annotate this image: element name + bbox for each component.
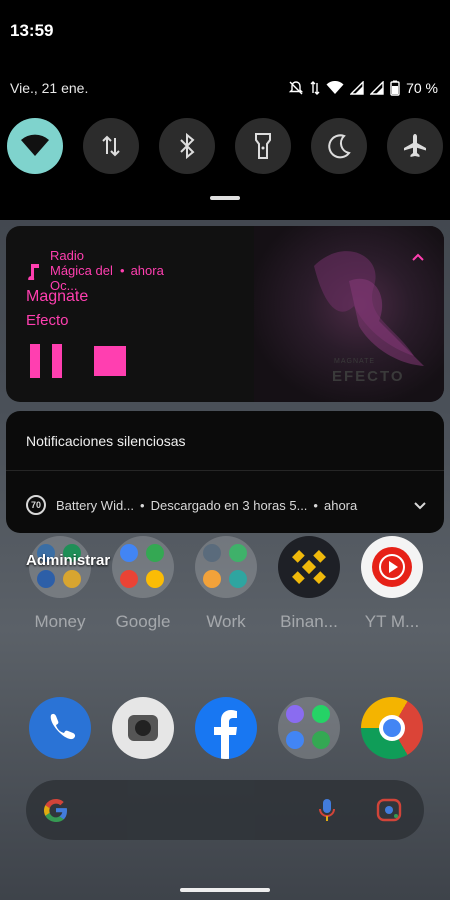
airplane-icon xyxy=(404,134,426,157)
app-yt-music[interactable]: YT M... xyxy=(360,536,424,632)
separator-dot: • xyxy=(313,497,318,513)
track-artist: Efecto xyxy=(26,312,69,329)
status-clock: 13:59 xyxy=(10,21,54,40)
camera-icon xyxy=(112,697,174,759)
chrome-icon xyxy=(361,697,423,759)
separator-dot: • xyxy=(140,497,145,513)
app-label: Money xyxy=(34,612,86,631)
collapse-chevron-icon[interactable] xyxy=(412,248,424,266)
bluetooth-tile[interactable] xyxy=(159,118,215,174)
folder-icon xyxy=(278,697,340,759)
alarm-off-icon xyxy=(288,80,304,96)
folder-icon xyxy=(112,536,174,598)
app-messaging-folder[interactable] xyxy=(277,697,341,759)
dock xyxy=(28,697,424,759)
app-label: Work xyxy=(206,612,246,631)
battery-status-text: Descargado en 3 horas 5... xyxy=(150,497,308,513)
airplane-mode-tile[interactable] xyxy=(387,118,443,174)
data-arrows-icon xyxy=(102,135,120,157)
manage-notifications-button[interactable]: Administrar xyxy=(26,552,110,569)
album-art-subtitle: MAGNATE xyxy=(334,358,376,365)
status-icons: 70 % xyxy=(288,80,438,96)
battery-app-name: Battery Wid... xyxy=(56,497,135,513)
app-label: YT M... xyxy=(364,612,420,631)
app-money-folder[interactable]: Money xyxy=(28,536,92,632)
app-work-folder[interactable]: Work xyxy=(194,536,258,632)
flashlight-tile[interactable] xyxy=(235,118,291,174)
app-facebook[interactable] xyxy=(194,697,258,759)
binance-icon xyxy=(278,536,340,598)
pause-button[interactable] xyxy=(30,344,62,378)
silent-notifications-section: Notificaciones silenciosas 70 Battery Wi… xyxy=(6,411,444,533)
media-timestamp: ahora xyxy=(130,263,164,278)
data-transfer-icon xyxy=(310,80,320,96)
gesture-nav-bar[interactable] xyxy=(180,888,270,892)
youtube-music-icon xyxy=(361,536,423,598)
microphone-icon[interactable] xyxy=(318,798,336,827)
battery-timestamp: ahora xyxy=(323,497,358,513)
signal-icon-2 xyxy=(370,81,384,95)
battery-percent: 70 % xyxy=(406,80,438,96)
google-lens-icon[interactable] xyxy=(376,798,402,827)
google-search-bar[interactable] xyxy=(26,780,424,840)
music-note-icon xyxy=(28,263,39,280)
folder-icon xyxy=(195,536,257,598)
media-notification[interactable]: MAGNATE EFECTO Radio Mágica del Oc... • … xyxy=(6,226,444,402)
app-label: Binan... xyxy=(280,612,338,631)
bluetooth-icon xyxy=(180,133,195,159)
quick-settings-tiles xyxy=(7,118,443,174)
google-logo-icon[interactable] xyxy=(42,796,70,829)
stop-button[interactable] xyxy=(94,346,126,376)
app-label: Google xyxy=(115,612,171,631)
separator-dot: • xyxy=(120,263,125,278)
app-camera[interactable] xyxy=(111,697,175,759)
silent-section-header: Notificaciones silenciosas xyxy=(26,433,186,449)
phone-icon xyxy=(29,697,91,759)
media-app-name: Radio Mágica del Oc... xyxy=(50,248,113,293)
wifi-status-icon xyxy=(326,81,344,95)
flashlight-icon xyxy=(255,133,271,159)
quick-settings-panel: 13:59 Vie., 21 ene. 70 % xyxy=(0,0,450,220)
wifi-icon xyxy=(21,134,49,156)
mobile-data-tile[interactable] xyxy=(83,118,139,174)
signal-icon xyxy=(350,81,364,95)
moon-icon xyxy=(328,134,351,159)
wifi-tile[interactable] xyxy=(7,118,63,174)
status-date[interactable]: Vie., 21 ene. xyxy=(10,80,88,96)
divider xyxy=(6,470,444,471)
expand-chevron-icon[interactable] xyxy=(414,498,426,513)
facebook-icon xyxy=(195,697,257,759)
app-google-folder[interactable]: Google xyxy=(111,536,175,632)
app-chrome[interactable] xyxy=(360,697,424,759)
battery-icon xyxy=(390,80,400,96)
home-apps-row: Money Google Work Binan... YT M... xyxy=(28,536,424,632)
shade-drag-handle[interactable] xyxy=(210,196,240,200)
album-art-title: EFECTO xyxy=(332,368,405,385)
battery-notification[interactable]: 70 Battery Wid... • Descargado en 3 hora… xyxy=(26,495,426,515)
media-header: Radio Mágica del Oc... • ahora xyxy=(26,248,164,293)
track-title: Magnate xyxy=(26,288,89,305)
dark-theme-tile[interactable] xyxy=(311,118,367,174)
app-phone[interactable] xyxy=(28,697,92,759)
battery-widget-icon: 70 xyxy=(26,495,46,515)
app-binance[interactable]: Binan... xyxy=(277,536,341,632)
